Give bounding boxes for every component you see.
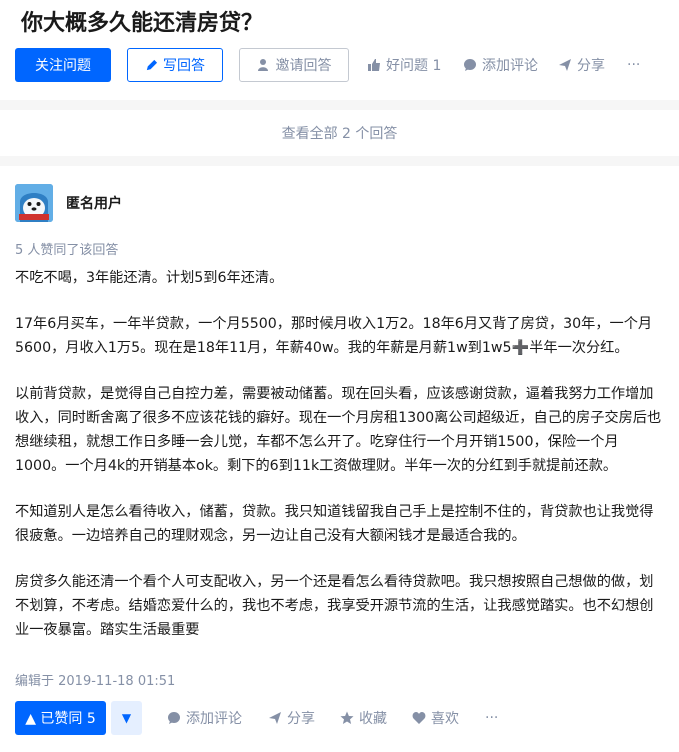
answer-comment-label: 添加评论 [186, 711, 242, 727]
good-question-label: 好问题 1 [386, 58, 442, 74]
answer-paragraph: 17年6月买车，一年半贷款，一个月5500，那时候月收入1万2。18年6月又背了… [15, 316, 653, 356]
comment-icon [168, 712, 180, 724]
comment-icon [464, 59, 476, 71]
user-plus-icon [257, 59, 268, 71]
more-icon: ··· [485, 710, 499, 726]
view-all-answers-link[interactable]: 查看全部 2 个回答 [0, 110, 679, 156]
pen-icon [146, 59, 158, 70]
upvote-button[interactable]: ▲ 已赞同 5 [15, 701, 106, 735]
collect-label: 收藏 [359, 711, 387, 727]
more-options-button[interactable]: ··· [627, 48, 640, 82]
thumbs-up-icon [368, 59, 380, 71]
write-answer-label: 写回答 [163, 58, 205, 74]
invite-answer-button[interactable]: 邀请回答 [239, 48, 349, 82]
answer-more-button[interactable]: ··· [485, 701, 498, 735]
answer-share-label: 分享 [287, 711, 315, 727]
heart-icon [412, 712, 426, 724]
author-name[interactable]: 匿名用户 [66, 193, 122, 213]
share-label: 分享 [577, 58, 605, 74]
answer-card: 匿名用户 5 人赞同了该回答 不吃不喝，3年能还清。计划5到6年还清。 17年6… [0, 166, 679, 752]
paper-plane-icon [269, 712, 281, 724]
invite-answer-label: 邀请回答 [275, 58, 332, 74]
question-header: 你大概多久能还清房贷？ 关注问题 写回答 邀请回答 好问题 1 添加评论 分享 … [0, 0, 679, 100]
answer-paragraph: 不知道别人是怎么看待收入，储蓄，贷款。我只知道钱留我自己手上是控制不住的，背贷款… [15, 504, 654, 544]
edited-timestamp[interactable]: 编辑于 2019-11-18 01:51 [15, 670, 175, 689]
answer-comment-button[interactable]: 添加评论 [167, 701, 242, 735]
star-icon [340, 711, 354, 724]
like-label: 喜欢 [431, 711, 459, 727]
answer-paragraph: 以前背贷款，是觉得自己自控力差，需要被动储蓄。现在回头看，应该感谢贷款，逼着我努… [15, 386, 662, 474]
add-comment-label: 添加评论 [482, 58, 538, 74]
downvote-button[interactable]: ▼ [111, 701, 142, 735]
anonymous-avatar-icon [15, 184, 53, 222]
more-icon: ··· [627, 57, 641, 73]
collect-button[interactable]: 收藏 [340, 701, 387, 735]
follow-question-button[interactable]: 关注问题 [15, 48, 111, 82]
add-comment-button[interactable]: 添加评论 [463, 48, 538, 82]
write-answer-button[interactable]: 写回答 [127, 48, 223, 82]
answer-content: 不吃不喝，3年能还清。计划5到6年还清。 17年6月买车，一年半贷款，一个月55… [15, 266, 667, 642]
answer-share-button[interactable]: 分享 [268, 701, 315, 735]
good-question-button[interactable]: 好问题 1 [367, 48, 441, 82]
upvote-count-text: 5 人赞同了该回答 [15, 243, 119, 258]
paper-plane-icon [559, 59, 571, 71]
share-button[interactable]: 分享 [558, 48, 605, 82]
answer-paragraph: 房贷多久能还清一个看个人可支配收入，另一个还是看怎么看待贷款吧。我只想按照自己想… [15, 574, 654, 638]
like-button[interactable]: 喜欢 [412, 701, 459, 735]
question-title: 你大概多久能还清房贷？ [21, 11, 264, 36]
avatar[interactable] [15, 184, 53, 222]
answer-paragraph: 不吃不喝，3年能还清。计划5到6年还清。 [15, 270, 284, 286]
